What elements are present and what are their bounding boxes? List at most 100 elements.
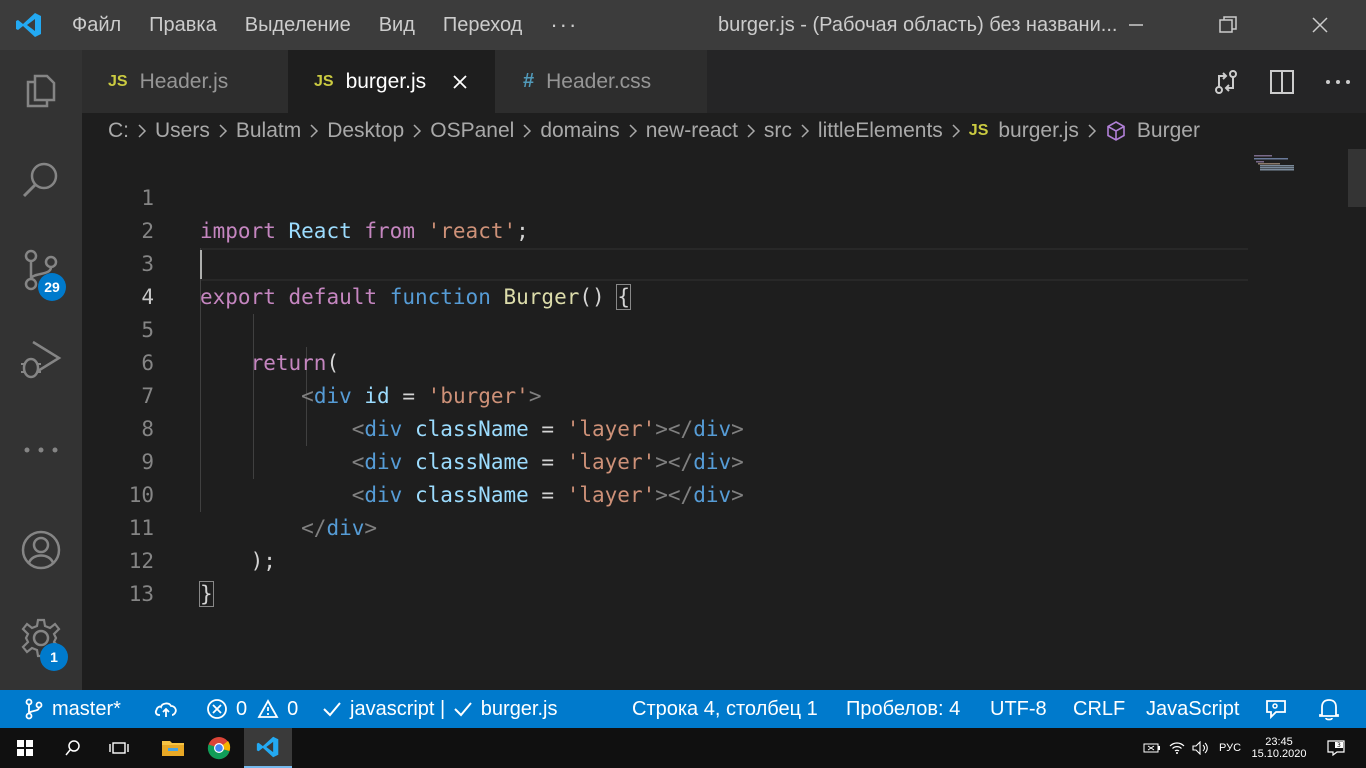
- explorer-button[interactable]: [0, 50, 82, 130]
- editor-more-button[interactable]: [1310, 50, 1366, 113]
- chevron-right-icon: [746, 123, 756, 139]
- file-explorer-taskbar-button[interactable]: [150, 728, 196, 768]
- menu-more[interactable]: ···: [536, 0, 592, 50]
- breadcrumb-item[interactable]: Burger: [1137, 119, 1200, 143]
- tab-header-js[interactable]: JS Header.js: [82, 50, 288, 113]
- split-editor-icon: [1270, 69, 1294, 94]
- matching-bracket: }: [199, 581, 214, 607]
- indentation-status[interactable]: Пробелов: 4: [846, 690, 960, 728]
- chevron-right-icon: [137, 123, 147, 139]
- battery-icon[interactable]: [1140, 728, 1164, 768]
- chevron-right-icon: [951, 123, 961, 139]
- eol-status[interactable]: CRLF: [1073, 690, 1125, 728]
- tab-label: Header.css: [546, 69, 652, 93]
- ellipsis-icon: [1326, 79, 1350, 84]
- tab-label: Header.js: [139, 69, 229, 93]
- settings-badge: 1: [40, 643, 68, 671]
- breadcrumb-item[interactable]: domains: [540, 119, 619, 143]
- tab-burger-js[interactable]: JS burger.js: [288, 50, 495, 113]
- notifications-button[interactable]: [1318, 690, 1348, 728]
- search-taskbar-button[interactable]: [50, 728, 96, 768]
- js-file-icon: JS: [108, 72, 128, 90]
- editor-tabs: JS Header.js JS burger.js # Header.css: [82, 50, 1366, 113]
- input-language[interactable]: РУС: [1214, 728, 1246, 768]
- code-line: 1 import React from 'react';: [82, 149, 1262, 243]
- svg-text:3: 3: [1337, 742, 1341, 749]
- menu-edit[interactable]: Правка: [135, 0, 231, 50]
- error-count: 0: [236, 697, 248, 720]
- volume-icon[interactable]: [1190, 728, 1212, 768]
- breadcrumb-item[interactable]: Desktop: [327, 119, 404, 143]
- search-button[interactable]: [0, 140, 82, 220]
- source-control-button[interactable]: 29: [0, 230, 82, 310]
- menu-file[interactable]: Файл: [58, 0, 135, 50]
- account-icon: [21, 530, 61, 570]
- scm-badge: 29: [38, 273, 66, 301]
- check-icon: [323, 702, 341, 717]
- breadcrumb-item[interactable]: C:: [108, 119, 129, 143]
- code-line: 2: [82, 182, 1262, 243]
- tab-header-css[interactable]: # Header.css: [495, 50, 707, 113]
- run-debug-button[interactable]: [0, 320, 82, 400]
- window-title: burger.js - (Рабочая область) без назван…: [718, 14, 1118, 36]
- breadcrumb-item[interactable]: Bulatm: [236, 119, 301, 143]
- minimize-button[interactable]: [1090, 0, 1182, 50]
- breadcrumb-item[interactable]: new-react: [646, 119, 738, 143]
- sync-button[interactable]: [154, 690, 186, 728]
- chevron-right-icon: [1087, 123, 1097, 139]
- menu-view[interactable]: Вид: [365, 0, 429, 50]
- wifi-icon[interactable]: [1166, 728, 1188, 768]
- menu-bar: Файл Правка Выделение Вид Переход ···: [58, 0, 592, 50]
- cursor-position[interactable]: Строка 4, столбец 1: [632, 690, 818, 728]
- task-view-icon: [109, 742, 129, 754]
- windows-logo-icon: [17, 740, 33, 756]
- start-button[interactable]: [0, 728, 50, 768]
- feedback-button[interactable]: [1264, 690, 1296, 728]
- menu-go[interactable]: Переход: [429, 0, 536, 50]
- open-changes-button[interactable]: [1198, 50, 1254, 113]
- code-line: 8 <div className = 'layer'></div>: [82, 380, 1262, 474]
- git-branch-icon: [25, 698, 43, 720]
- eslint-status[interactable]: javascript | burger.js: [322, 690, 558, 728]
- code-line: 5 return(: [82, 281, 1262, 375]
- breadcrumb-item[interactable]: OSPanel: [430, 119, 514, 143]
- code-line: 13: [82, 545, 1262, 606]
- breadcrumb-item[interactable]: littleElements: [818, 119, 943, 143]
- more-views-button[interactable]: [0, 410, 82, 490]
- action-center-button[interactable]: 3: [1318, 728, 1354, 768]
- restore-button[interactable]: [1182, 0, 1274, 50]
- accounts-button[interactable]: [0, 510, 82, 590]
- compare-changes-icon: [1215, 69, 1237, 94]
- language-mode[interactable]: JavaScript: [1146, 690, 1239, 728]
- task-view-button[interactable]: [96, 728, 142, 768]
- code-line: 9 <div className = 'layer'></div>: [82, 413, 1262, 507]
- vscode-taskbar-button[interactable]: [244, 728, 292, 768]
- split-editor-button[interactable]: [1254, 50, 1310, 113]
- breadcrumb-item[interactable]: Users: [155, 119, 210, 143]
- code-line: 11 );: [82, 479, 1262, 573]
- clock[interactable]: 23:45 15.10.2020: [1250, 728, 1308, 768]
- manage-button[interactable]: 1: [0, 598, 82, 678]
- js-file-icon: JS: [314, 72, 334, 90]
- vertical-scrollbar[interactable]: [1348, 149, 1366, 207]
- menu-selection[interactable]: Выделение: [231, 0, 365, 50]
- clock-time: 23:45: [1265, 736, 1293, 748]
- breadcrumb-item[interactable]: burger.js: [998, 119, 1079, 143]
- minimap[interactable]: [1254, 155, 1306, 171]
- code-line: 7 <div className = 'layer'></div>: [82, 347, 1262, 441]
- check-icon: [454, 702, 472, 717]
- problems-status[interactable]: 0 0: [206, 690, 298, 728]
- breadcrumb-item[interactable]: src: [764, 119, 792, 143]
- chrome-taskbar-button[interactable]: [196, 728, 242, 768]
- code-editor[interactable]: 1 import React from 'react'; 2 3 export …: [82, 149, 1366, 690]
- bell-icon: [1319, 699, 1339, 721]
- code-line: 4: [82, 248, 1262, 309]
- tab-close-button[interactable]: [448, 70, 472, 94]
- clock-date: 15.10.2020: [1251, 748, 1307, 760]
- close-window-button[interactable]: [1274, 0, 1366, 50]
- chevron-right-icon: [412, 123, 422, 139]
- ellipsis-icon: [24, 447, 58, 453]
- branch-status[interactable]: master*: [24, 690, 121, 728]
- encoding-status[interactable]: UTF-8: [990, 690, 1047, 728]
- notification-center-icon: 3: [1327, 740, 1345, 756]
